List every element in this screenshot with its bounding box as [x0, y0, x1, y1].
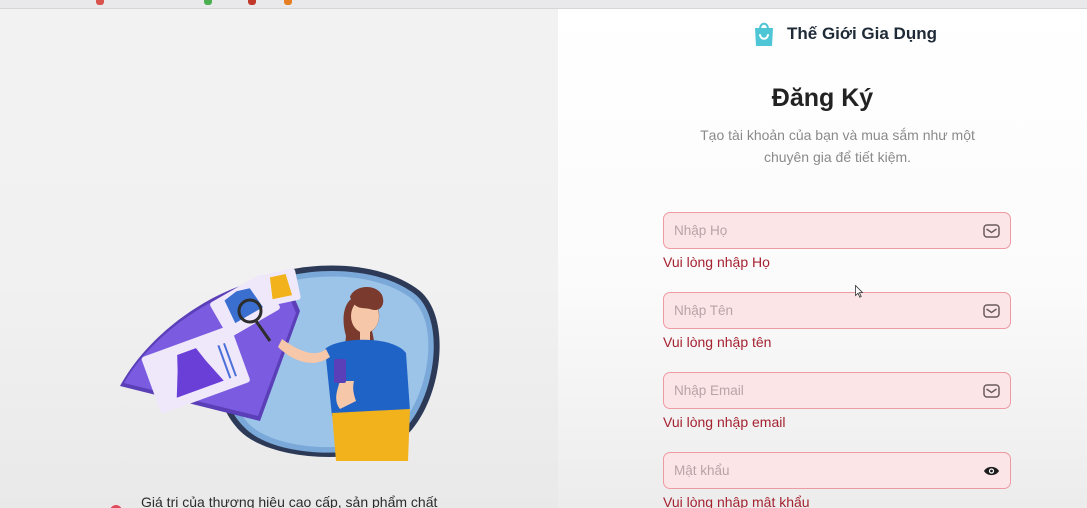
email-error: Vui lòng nhập email: [663, 414, 786, 430]
browser-toolbar-strip: [0, 0, 1087, 9]
mail-icon: [983, 383, 1000, 399]
tab-indicator-icon: [96, 0, 104, 5]
eye-icon[interactable]: [983, 463, 1000, 479]
tab-indicator-icon: [204, 0, 212, 5]
mouse-cursor-icon: [855, 285, 863, 298]
email-input[interactable]: [664, 373, 1010, 408]
promo-text: Giá trị của thương hiệu cao cấp, sản phẩ…: [141, 494, 438, 508]
tab-indicator-icon: [284, 0, 292, 5]
mail-icon: [983, 223, 1000, 239]
brand-logo[interactable]: Thế Giới Gia Dụng: [752, 20, 937, 48]
shopping-bag-icon: [755, 22, 773, 46]
tab-indicator-icon: [248, 0, 256, 5]
page-subtitle: Tạo tài khoản của bạn và mua sắm như một…: [700, 127, 975, 165]
mail-icon: [983, 303, 1000, 319]
first-name-error: Vui lòng nhập tên: [663, 334, 772, 350]
password-field[interactable]: [663, 452, 1011, 489]
first-name-input[interactable]: [664, 293, 1010, 328]
page-title: Đăng Ký: [771, 84, 874, 112]
first-name-field[interactable]: [663, 292, 1011, 329]
password-error: Vui lòng nhập mật khẩu: [663, 494, 810, 508]
email-field[interactable]: [663, 372, 1011, 409]
last-name-input[interactable]: [664, 213, 1010, 248]
woman-shopping-illustration: [120, 265, 440, 461]
password-input[interactable]: [664, 453, 1010, 488]
last-name-error: Vui lòng nhập Họ: [663, 254, 770, 270]
last-name-field[interactable]: [663, 212, 1011, 249]
illustration-panel: [0, 9, 558, 508]
brand-name: Thế Giới Gia Dụng: [787, 24, 937, 43]
